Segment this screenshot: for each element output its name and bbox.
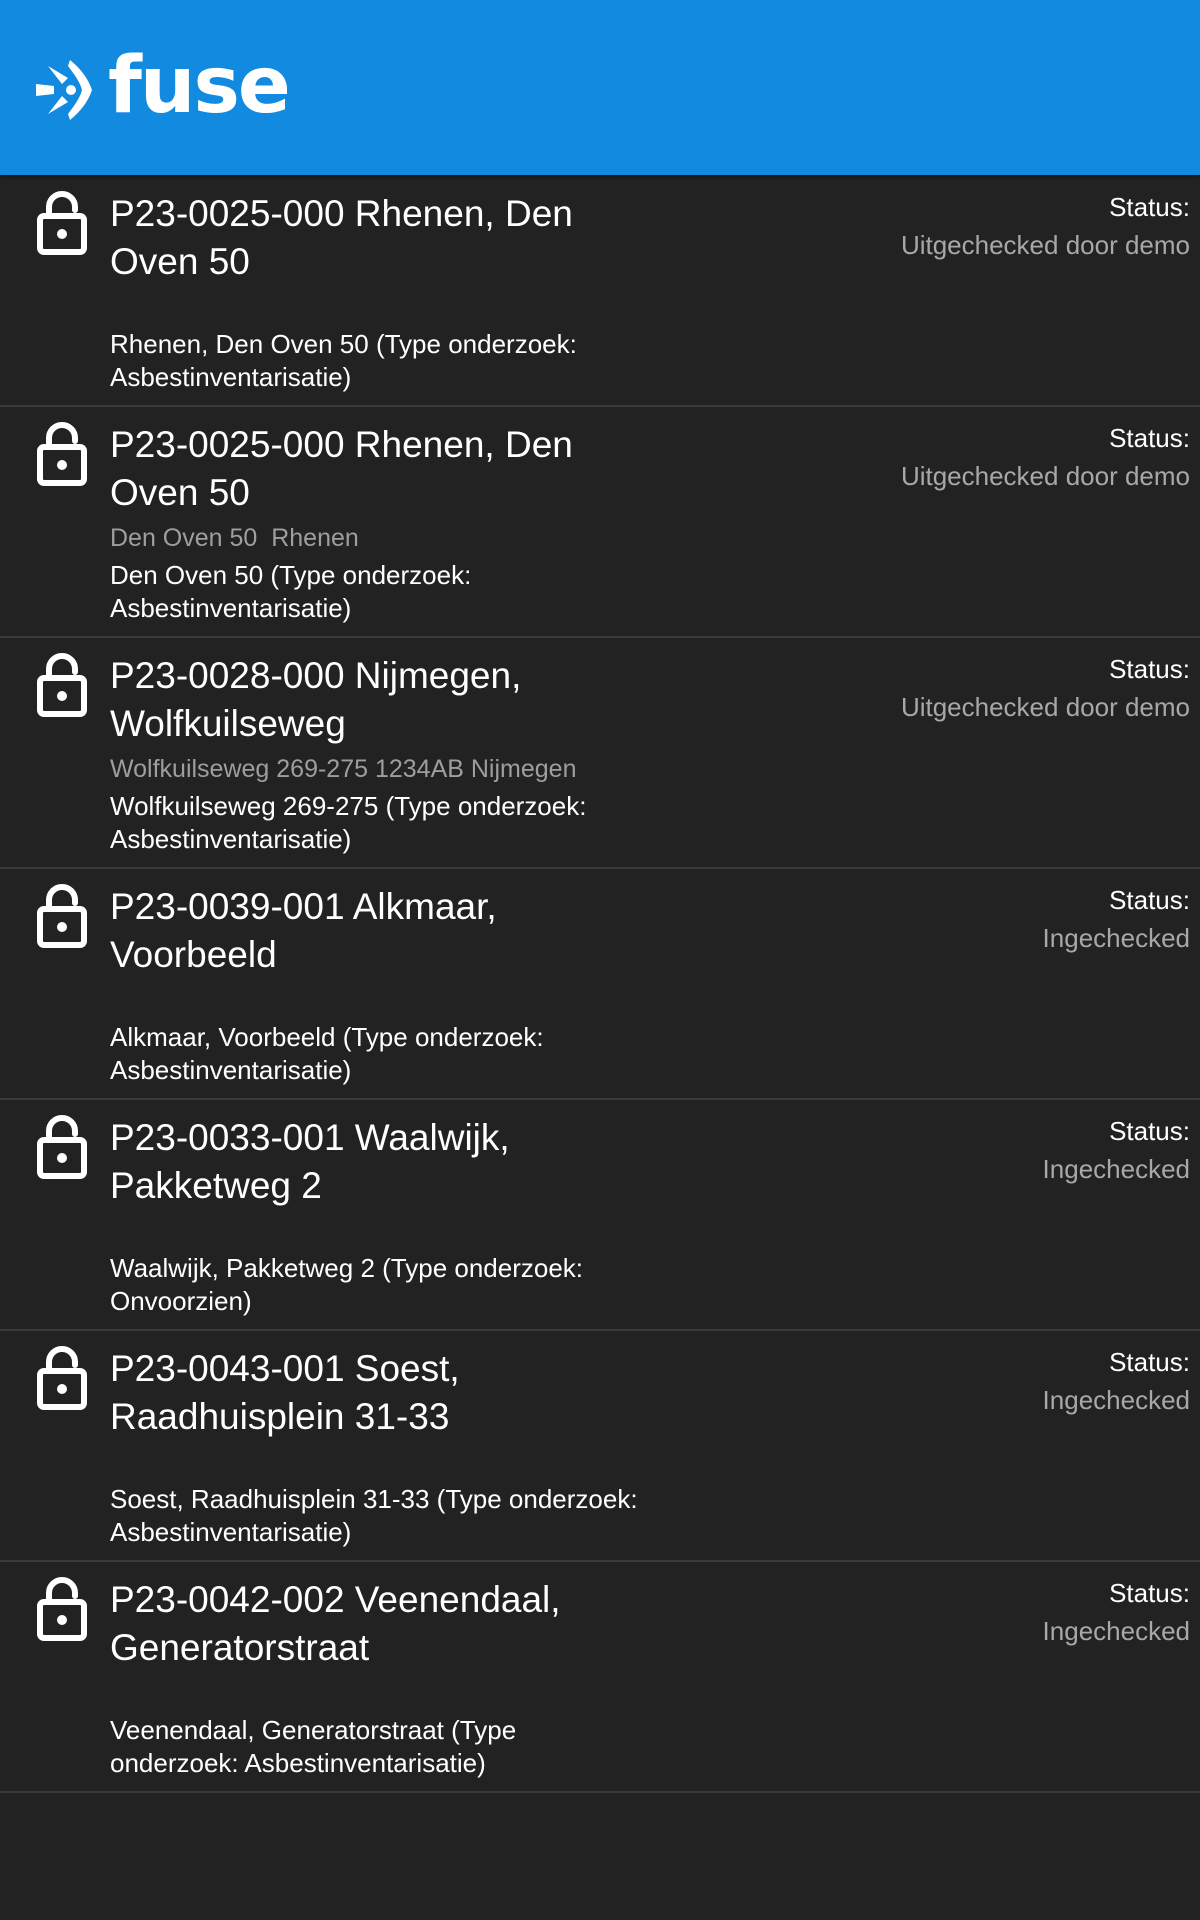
lock-icon: [37, 653, 87, 717]
status-label: Status:: [1109, 1347, 1190, 1377]
status-label: Status:: [1109, 1116, 1190, 1146]
status-value: Ingechecked: [1042, 1385, 1190, 1415]
project-row[interactable]: P23-0039-001 Alkmaar, Voorbeeld Alkmaar,…: [0, 869, 1200, 1100]
fuse-logo-icon: [36, 60, 92, 120]
status-value: Uitgechecked door demo: [900, 461, 1190, 491]
status-label: Status:: [1109, 1578, 1190, 1608]
lock-icon: [37, 191, 87, 255]
project-address: Wolfkuilseweg 269-275 1234AB Nijmegen: [110, 755, 577, 783]
project-row[interactable]: P23-0028-000 Nijmegen, Wolfkuilseweg Wol…: [0, 638, 1200, 869]
status-label: Status:: [1109, 423, 1190, 453]
status-value: Uitgechecked door demo: [900, 230, 1190, 260]
brand-name: fuse: [108, 41, 291, 131]
project-description: Wolfkuilseweg 269-275 (Type onderzoek: A…: [110, 791, 587, 854]
project-title: P23-0025-000 Rhenen, Den Oven 50: [110, 193, 573, 282]
project-list: P23-0025-000 Rhenen, Den Oven 50 Rhenen,…: [0, 176, 1200, 1793]
app-header: fuse: [0, 0, 1200, 175]
project-row[interactable]: P23-0025-000 Rhenen, Den Oven 50 Rhenen,…: [0, 176, 1200, 407]
project-description: Soest, Raadhuisplein 31-33 (Type onderzo…: [110, 1484, 638, 1547]
lock-icon: [37, 884, 87, 948]
project-row[interactable]: P23-0043-001 Soest, Raadhuisplein 31-33 …: [0, 1331, 1200, 1562]
project-title: P23-0039-001 Alkmaar, Voorbeeld: [110, 886, 497, 975]
fuse-logo: fuse: [34, 47, 291, 128]
lock-icon: [37, 1577, 87, 1641]
project-title: P23-0042-002 Veenendaal, Generatorstraat: [110, 1579, 561, 1668]
status-value: Ingechecked: [1042, 923, 1190, 953]
project-row[interactable]: P23-0025-000 Rhenen, Den Oven 50 Den Ove…: [0, 407, 1200, 638]
status-label: Status:: [1109, 654, 1190, 684]
project-title: P23-0025-000 Rhenen, Den Oven 50: [110, 424, 573, 513]
project-row[interactable]: P23-0033-001 Waalwijk, Pakketweg 2 Waalw…: [0, 1100, 1200, 1331]
project-description: Alkmaar, Voorbeeld (Type onderzoek: Asbe…: [110, 1022, 544, 1085]
status-value: Ingechecked: [1042, 1616, 1190, 1646]
status-value: Ingechecked: [1042, 1154, 1190, 1184]
lock-icon: [37, 1346, 87, 1410]
project-title: P23-0033-001 Waalwijk, Pakketweg 2: [110, 1117, 510, 1206]
lock-icon: [37, 1115, 87, 1179]
project-description: Rhenen, Den Oven 50 (Type onderzoek: Asb…: [110, 329, 577, 392]
project-row[interactable]: P23-0042-002 Veenendaal, Generatorstraat…: [0, 1562, 1200, 1793]
project-description: Veenendaal, Generatorstraat (Type onderz…: [110, 1715, 517, 1778]
lock-icon: [37, 422, 87, 486]
project-description: Den Oven 50 (Type onderzoek: Asbestinven…: [110, 560, 472, 623]
project-title: P23-0043-001 Soest, Raadhuisplein 31-33: [110, 1348, 460, 1437]
status-label: Status:: [1109, 192, 1190, 222]
project-address: Den Oven 50 Rhenen: [110, 524, 359, 552]
status-value: Uitgechecked door demo: [900, 692, 1190, 722]
project-description: Waalwijk, Pakketweg 2 (Type onderzoek: O…: [110, 1253, 584, 1316]
status-label: Status:: [1109, 885, 1190, 915]
project-title: P23-0028-000 Nijmegen, Wolfkuilseweg: [110, 655, 522, 744]
